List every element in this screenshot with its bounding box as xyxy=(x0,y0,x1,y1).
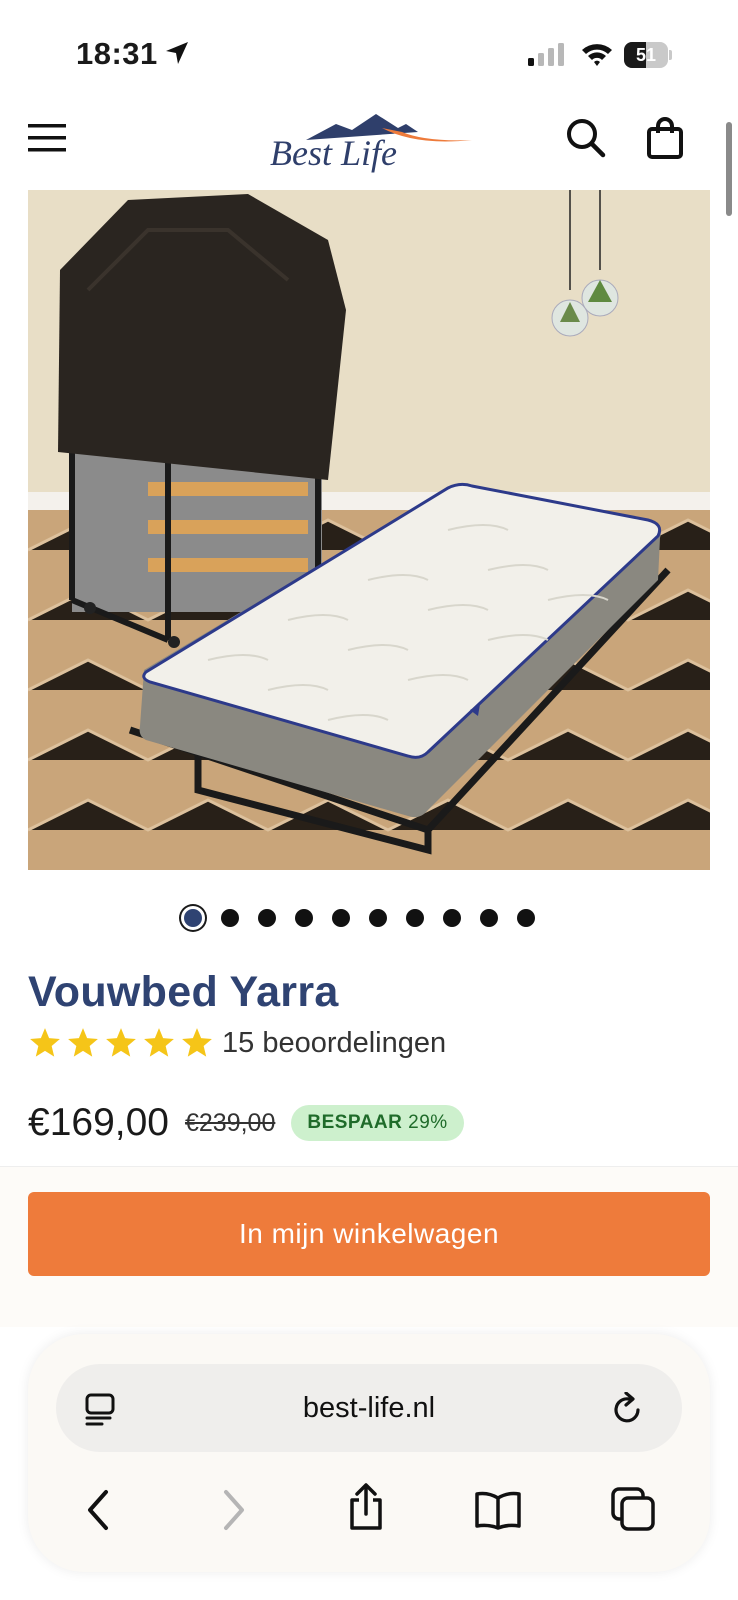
logo-text: Best Life xyxy=(270,133,397,173)
gallery-dot[interactable] xyxy=(221,909,239,927)
price-row: €169,00 €239,00 BESPAAR 29% xyxy=(28,1098,464,1148)
product-image[interactable] xyxy=(28,190,710,870)
gallery-dot[interactable] xyxy=(443,909,461,927)
discount-badge-value: 29% xyxy=(408,1112,448,1133)
bookmarks-icon[interactable] xyxy=(474,1490,522,1530)
back-icon[interactable] xyxy=(84,1488,112,1532)
status-bar: 18:31 51 xyxy=(0,0,738,100)
menu-icon[interactable] xyxy=(28,122,66,154)
browser-nav-row xyxy=(28,1482,710,1538)
add-to-cart-button[interactable]: In mijn winkelwagen xyxy=(28,1192,710,1276)
gallery-dot[interactable] xyxy=(517,909,535,927)
shopping-bag-icon[interactable] xyxy=(646,116,684,160)
gallery-dot[interactable] xyxy=(184,909,202,927)
site-header: Best Life xyxy=(0,100,738,190)
original-price: €239,00 xyxy=(184,1108,276,1137)
gallery-dot[interactable] xyxy=(258,909,276,927)
product-photo-illustration xyxy=(28,190,710,870)
battery-indicator: 51 xyxy=(624,42,672,68)
reload-icon[interactable] xyxy=(612,1392,644,1426)
product-rating[interactable]: 15 beoordelingen xyxy=(28,1024,446,1062)
wifi-icon xyxy=(582,44,612,66)
gallery-dot[interactable] xyxy=(480,909,498,927)
star-icon xyxy=(182,1028,212,1057)
url-text[interactable]: best-life.nl xyxy=(56,1364,682,1452)
current-price: €169,00 xyxy=(28,1101,169,1144)
star-icon xyxy=(68,1028,98,1057)
gallery-dot[interactable] xyxy=(369,909,387,927)
search-icon[interactable] xyxy=(566,118,606,158)
discount-badge: BESPAAR 29% xyxy=(291,1105,464,1141)
location-arrow-icon xyxy=(166,42,188,64)
share-icon[interactable] xyxy=(346,1482,386,1532)
battery-level: 51 xyxy=(635,45,657,65)
forward-icon[interactable] xyxy=(220,1488,248,1532)
discount-badge-label: BESPAAR xyxy=(307,1112,403,1133)
rating-stars xyxy=(28,1026,218,1060)
tabs-icon[interactable] xyxy=(610,1486,656,1532)
cellular-signal-icon xyxy=(528,43,564,66)
browser-toolbar: best-life.nl xyxy=(28,1334,710,1572)
status-time: 18:31 xyxy=(76,36,158,71)
gallery-dot[interactable] xyxy=(295,909,313,927)
page-scrollbar[interactable] xyxy=(726,122,732,216)
star-icon xyxy=(30,1028,60,1057)
address-bar[interactable]: best-life.nl xyxy=(56,1364,682,1452)
star-icon xyxy=(106,1028,136,1057)
star-icon xyxy=(144,1028,174,1057)
brand-logo[interactable]: Best Life xyxy=(266,108,472,178)
gallery-dot[interactable] xyxy=(332,909,350,927)
product-title: Vouwbed Yarra xyxy=(28,968,339,1016)
gallery-dot[interactable] xyxy=(406,909,424,927)
page-menu-icon[interactable] xyxy=(84,1392,116,1426)
review-count-link[interactable]: 15 beoordelingen xyxy=(222,1027,446,1060)
gallery-pagination xyxy=(184,904,535,932)
